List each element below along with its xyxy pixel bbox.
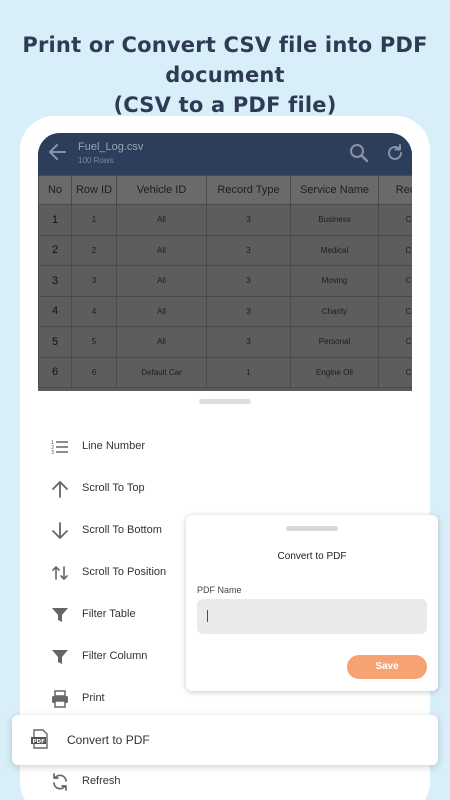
table-cell: Business <box>290 204 379 236</box>
dialog-drag-handle[interactable] <box>286 526 338 531</box>
table-cell: 3 <box>206 295 291 327</box>
refresh-icon <box>50 772 70 792</box>
line-number-cell: 2 <box>38 234 72 266</box>
table-cell: 2 <box>71 234 117 266</box>
table-row[interactable]: 1 1 All 3 Business C <box>38 204 412 236</box>
menu-item-label: Scroll To Bottom <box>82 524 162 536</box>
pdf-file-icon: PDF <box>30 729 50 749</box>
convert-to-pdf-dialog: Convert to PDF PDF Name Save <box>186 515 438 691</box>
column-header[interactable]: Row ID <box>71 175 117 205</box>
line-number-cell: 6 <box>38 356 72 388</box>
line-number-cell: 5 <box>38 326 72 358</box>
table-cell: Charity <box>290 295 379 327</box>
filter-icon <box>50 647 70 667</box>
table-header-row: No Row ID Vehicle ID Record Type Service… <box>38 175 412 205</box>
table-cell: All <box>116 265 207 297</box>
dialog-title: Convert to PDF <box>277 551 347 562</box>
search-icon[interactable] <box>349 143 369 163</box>
table-row[interactable]: 4 4 All 3 Charity C <box>38 295 412 327</box>
filter-icon <box>50 605 70 625</box>
table-cell: C <box>378 326 412 358</box>
file-name: Fuel_Log.csv <box>78 141 144 153</box>
csv-viewer-screen: Fuel_Log.csv 100 Rows No Row ID Vehicle … <box>38 133 412 391</box>
table-cell: All <box>116 326 207 358</box>
table-cell: Engine Oil <box>290 356 379 388</box>
table-cell: 3 <box>206 204 291 236</box>
menu-item-label: Line Number <box>82 440 145 452</box>
menu-item-convert-to-pdf[interactable]: PDF Convert to PDF <box>12 715 438 765</box>
line-number-icon: 123 <box>50 437 70 457</box>
table-cell: Moving <box>290 265 379 297</box>
table-cell: All <box>116 234 207 266</box>
menu-item-label: Filter Table <box>82 608 136 620</box>
table-cell: 1 <box>71 204 117 236</box>
csv-table: No Row ID Vehicle ID Record Type Service… <box>38 175 412 388</box>
table-cell: 5 <box>71 326 117 358</box>
printer-icon <box>50 689 70 709</box>
menu-item-refresh[interactable]: Refresh <box>20 761 320 800</box>
table-cell: All <box>116 204 207 236</box>
table-cell: 3 <box>206 265 291 297</box>
table-cell: C <box>378 234 412 266</box>
table-cell: C <box>378 204 412 236</box>
table-cell: 4 <box>71 295 117 327</box>
table-row[interactable]: 6 6 Default Car 1 Engine Oil C <box>38 356 412 388</box>
table-cell: 1 <box>206 356 291 388</box>
table-cell: Default Car <box>116 356 207 388</box>
headline-line-1: Print or Convert CSV file into PDF docum… <box>22 33 428 87</box>
table-cell: Medical <box>290 234 379 266</box>
table-cell: C <box>378 356 412 388</box>
menu-item-line-number[interactable]: 123 Line Number <box>20 426 320 468</box>
text-cursor <box>207 610 208 622</box>
table-row[interactable]: 3 3 All 3 Moving C <box>38 265 412 297</box>
menu-item-label: Refresh <box>82 775 121 787</box>
line-number-cell: 4 <box>38 295 72 327</box>
arrow-up-icon <box>50 479 70 499</box>
column-header[interactable]: Recu <box>378 175 412 205</box>
table-row[interactable]: 2 2 All 3 Medical C <box>38 234 412 266</box>
menu-item-label: Scroll To Position <box>82 566 167 578</box>
menu-item-label: Print <box>82 692 105 704</box>
save-button[interactable]: Save <box>347 655 427 679</box>
column-header[interactable]: Vehicle ID <box>116 175 207 205</box>
svg-text:3: 3 <box>51 450 54 456</box>
column-header[interactable]: No <box>38 175 72 205</box>
bottom-sheet-handle[interactable] <box>199 399 251 404</box>
column-header[interactable]: Service Name <box>290 175 379 205</box>
table-cell: 6 <box>71 356 117 388</box>
back-arrow-icon[interactable] <box>46 141 68 163</box>
table-cell: C <box>378 265 412 297</box>
headline: Print or Convert CSV file into PDF docum… <box>0 30 450 120</box>
menu-item-scroll-to-top[interactable]: Scroll To Top <box>20 468 320 510</box>
table-cell: Personal <box>290 326 379 358</box>
table-cell: 3 <box>206 234 291 266</box>
table-row[interactable]: 5 5 All 3 Personal C <box>38 326 412 358</box>
line-number-cell: 3 <box>38 265 72 297</box>
app-bar: Fuel_Log.csv 100 Rows <box>38 133 412 175</box>
refresh-icon[interactable] <box>385 143 405 163</box>
row-count: 100 Rows <box>78 156 114 165</box>
svg-text:PDF: PDF <box>33 739 46 745</box>
pdf-name-input[interactable] <box>197 599 427 634</box>
pdf-name-label: PDF Name <box>197 585 242 595</box>
table-cell: 3 <box>71 265 117 297</box>
line-number-cell: 1 <box>38 204 72 236</box>
arrow-down-icon <box>50 521 70 541</box>
menu-item-label: Convert to PDF <box>67 733 150 747</box>
menu-item-label: Scroll To Top <box>82 482 145 494</box>
table-cell: C <box>378 295 412 327</box>
table-cell: All <box>116 295 207 327</box>
table-cell: 3 <box>206 326 291 358</box>
column-header[interactable]: Record Type <box>206 175 291 205</box>
menu-item-label: Filter Column <box>82 650 148 662</box>
swap-vertical-icon <box>50 563 70 583</box>
